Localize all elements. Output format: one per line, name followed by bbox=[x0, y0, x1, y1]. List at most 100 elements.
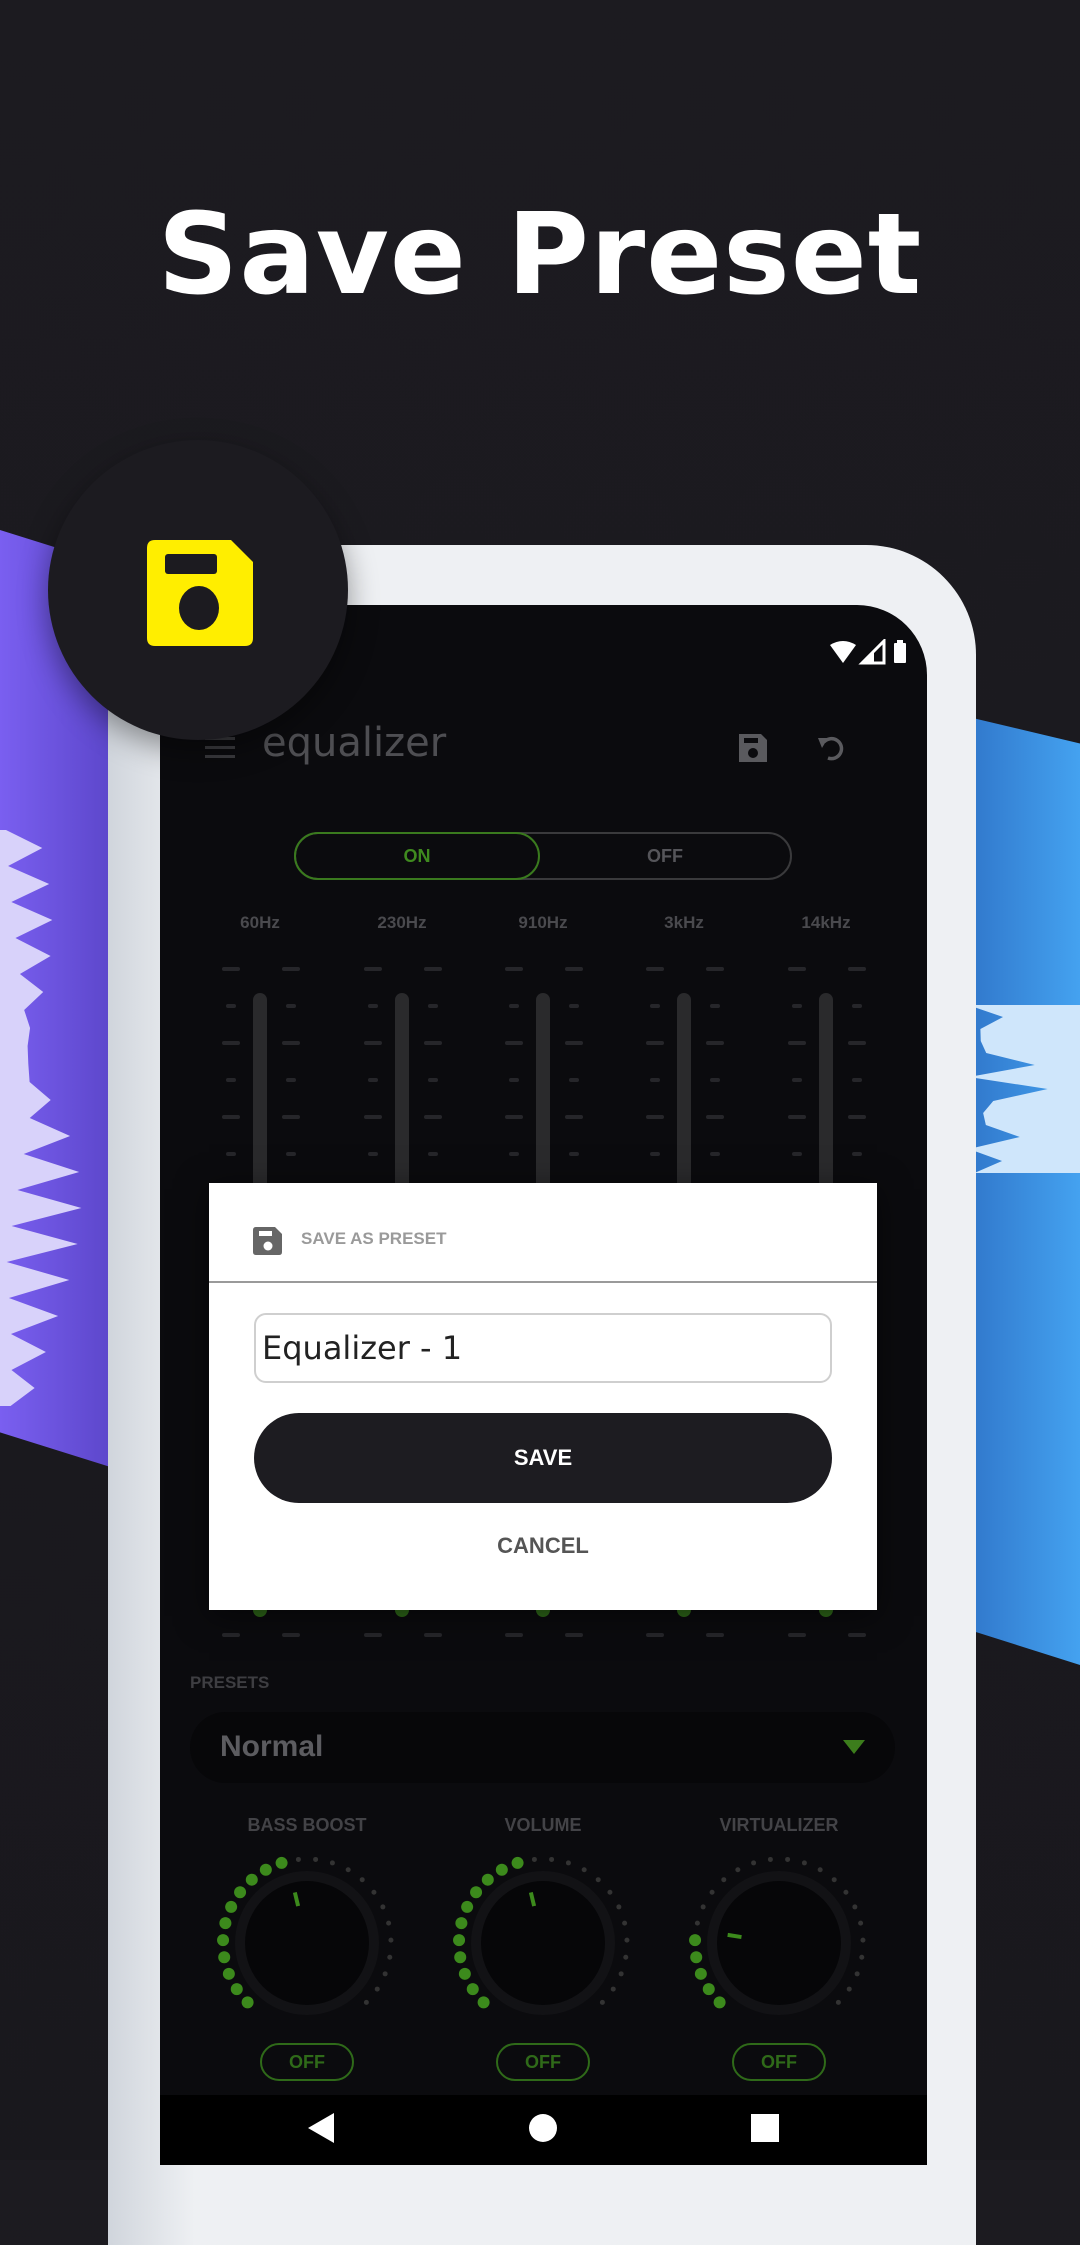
slider-tick bbox=[282, 1115, 300, 1119]
slider-tick bbox=[505, 967, 523, 971]
band-label: 14kHz bbox=[801, 913, 851, 932]
slider-tick bbox=[282, 967, 300, 971]
save-icon bbox=[253, 1227, 282, 1255]
toggle-on[interactable]: ON bbox=[294, 832, 540, 880]
slider-tick bbox=[706, 1041, 724, 1045]
slider-tick bbox=[222, 967, 240, 971]
slider-tick bbox=[424, 1115, 442, 1119]
status-bar bbox=[828, 637, 918, 674]
band-label: 910Hz bbox=[518, 913, 568, 932]
slider-tick bbox=[222, 1633, 240, 1637]
slider-tick bbox=[505, 1041, 523, 1045]
floppy-disk-icon bbox=[147, 540, 253, 646]
power-toggle[interactable]: ON OFF bbox=[294, 832, 792, 880]
slider-tick bbox=[424, 1633, 442, 1637]
slider-tick bbox=[646, 1633, 664, 1637]
slider-tick bbox=[788, 1633, 806, 1637]
slider-tick bbox=[788, 1041, 806, 1045]
battery-icon bbox=[894, 643, 906, 663]
slider-tick bbox=[368, 1078, 378, 1082]
recents-icon[interactable] bbox=[750, 2113, 780, 2143]
slider-tick bbox=[792, 1004, 802, 1008]
slider-tick bbox=[424, 967, 442, 971]
knob-indicator bbox=[727, 1932, 742, 1940]
knob-indicator bbox=[528, 1891, 537, 1907]
slider-tick bbox=[852, 1078, 862, 1082]
slider-tick bbox=[368, 1004, 378, 1008]
slider-tick bbox=[364, 1115, 382, 1119]
band-label: 230Hz bbox=[377, 913, 427, 932]
headline: Save Preset bbox=[157, 190, 923, 320]
slider-tick bbox=[364, 1041, 382, 1045]
dropdown-arrow-icon bbox=[843, 1740, 865, 1754]
slider-tick bbox=[852, 1004, 862, 1008]
slider-tick bbox=[222, 1041, 240, 1045]
knob-toggle-button[interactable]: OFF bbox=[496, 2043, 590, 2081]
band-label: 3kHz bbox=[664, 913, 704, 932]
knob-toggle-button[interactable]: OFF bbox=[732, 2043, 826, 2081]
preset-selected: Normal bbox=[220, 1730, 324, 1763]
slider-tick bbox=[852, 1152, 862, 1156]
wifi-icon bbox=[830, 641, 856, 663]
slider-tick bbox=[509, 1078, 519, 1082]
knob-label: VIRTUALIZER bbox=[719, 1815, 839, 1835]
slider-tick bbox=[282, 1041, 300, 1045]
slider-tick bbox=[848, 1633, 866, 1637]
slider-tick bbox=[650, 1004, 660, 1008]
slider-tick bbox=[424, 1041, 442, 1045]
save-button[interactable]: SAVE bbox=[254, 1413, 832, 1503]
slider-tick bbox=[646, 967, 664, 971]
slider-tick bbox=[569, 1004, 579, 1008]
dialog-title: SAVE AS PRESET bbox=[301, 1229, 447, 1248]
slider-tick bbox=[368, 1152, 378, 1156]
slider-tick bbox=[650, 1078, 660, 1082]
toggle-off[interactable]: OFF bbox=[540, 834, 790, 878]
knob-toggle-button[interactable]: OFF bbox=[260, 2043, 354, 2081]
slider-tick bbox=[646, 1115, 664, 1119]
slider-tick bbox=[565, 1041, 583, 1045]
knob-label: BASS BOOST bbox=[247, 1815, 367, 1835]
slider-tick bbox=[505, 1115, 523, 1119]
home-icon[interactable] bbox=[528, 2113, 558, 2143]
slider-tick bbox=[226, 1004, 236, 1008]
decorative-blue-panel bbox=[960, 715, 1080, 1665]
preset-dropdown[interactable]: Normal bbox=[190, 1712, 895, 1783]
slider-tick bbox=[509, 1004, 519, 1008]
slider-tick bbox=[848, 967, 866, 971]
knob-label: VOLUME bbox=[504, 1815, 582, 1835]
slider-tick bbox=[710, 1152, 720, 1156]
save-preset-dialog: SAVE AS PRESET SAVE CANCEL bbox=[209, 1183, 877, 1610]
slider-tick bbox=[286, 1078, 296, 1082]
slider-tick bbox=[565, 967, 583, 971]
slider-tick bbox=[565, 1633, 583, 1637]
slider-tick bbox=[706, 967, 724, 971]
slider-tick bbox=[848, 1041, 866, 1045]
app-title: equalizer bbox=[262, 720, 447, 766]
slider-tick bbox=[428, 1004, 438, 1008]
dialog-header: SAVE AS PRESET bbox=[209, 1183, 877, 1283]
save-icon[interactable] bbox=[737, 732, 769, 764]
slider-tick bbox=[706, 1115, 724, 1119]
slider-tick bbox=[509, 1152, 519, 1156]
navigation-bar bbox=[160, 2095, 927, 2165]
band-label: 60Hz bbox=[240, 913, 280, 932]
slider-tick bbox=[792, 1078, 802, 1082]
slider-tick bbox=[226, 1152, 236, 1156]
cancel-button[interactable]: CANCEL bbox=[209, 1533, 877, 1559]
slider-tick bbox=[710, 1004, 720, 1008]
slider-tick bbox=[788, 1115, 806, 1119]
slider-tick bbox=[282, 1633, 300, 1637]
slider-tick bbox=[792, 1152, 802, 1156]
knob-indicator bbox=[292, 1891, 301, 1907]
undo-icon[interactable] bbox=[816, 732, 848, 764]
back-icon[interactable] bbox=[306, 2111, 336, 2145]
slider-tick bbox=[286, 1152, 296, 1156]
slider-tick bbox=[710, 1078, 720, 1082]
preset-name-input[interactable] bbox=[254, 1313, 832, 1383]
slider-tick bbox=[706, 1633, 724, 1637]
slider-tick bbox=[848, 1115, 866, 1119]
slider-tick bbox=[428, 1152, 438, 1156]
slider-tick bbox=[788, 967, 806, 971]
slider-tick bbox=[428, 1078, 438, 1082]
slider-tick bbox=[569, 1152, 579, 1156]
